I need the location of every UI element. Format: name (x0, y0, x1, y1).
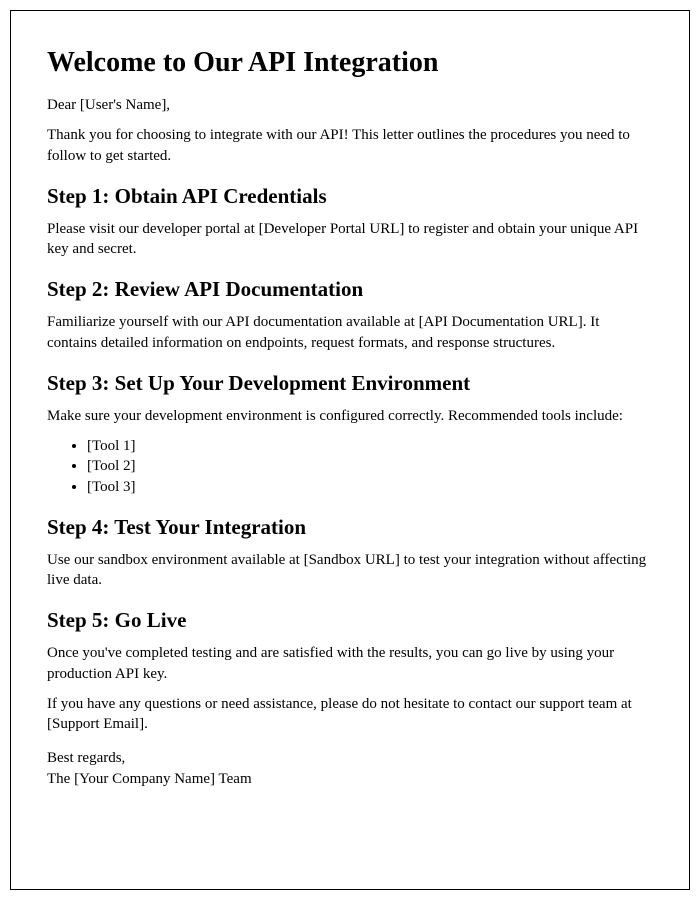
closing-line-2: The [Your Company Name] Team (47, 771, 252, 787)
step-5-body: Once you've completed testing and are sa… (47, 643, 653, 684)
document-page: Welcome to Our API Integration Dear [Use… (10, 10, 690, 890)
step-2-body: Familiarize yourself with our API docume… (47, 312, 653, 353)
salutation: Dear [User's Name], (47, 95, 653, 115)
step-3-body: Make sure your development environment i… (47, 406, 653, 426)
step-3-heading: Step 3: Set Up Your Development Environm… (47, 371, 653, 396)
step-4-body: Use our sandbox environment available at… (47, 550, 653, 591)
list-item: [Tool 1] (87, 436, 653, 456)
step-5-heading: Step 5: Go Live (47, 608, 653, 633)
page-title: Welcome to Our API Integration (47, 47, 653, 79)
tools-list: [Tool 1] [Tool 2] [Tool 3] (47, 436, 653, 497)
support-paragraph: If you have any questions or need assist… (47, 694, 653, 735)
intro-paragraph: Thank you for choosing to integrate with… (47, 125, 653, 166)
list-item: [Tool 2] (87, 456, 653, 476)
step-2-heading: Step 2: Review API Documentation (47, 277, 653, 302)
closing-line-1: Best regards, (47, 750, 125, 766)
step-1-body: Please visit our developer portal at [De… (47, 219, 653, 260)
closing: Best regards, The [Your Company Name] Te… (47, 748, 653, 789)
step-4-heading: Step 4: Test Your Integration (47, 515, 653, 540)
list-item: [Tool 3] (87, 477, 653, 497)
step-1-heading: Step 1: Obtain API Credentials (47, 184, 653, 209)
